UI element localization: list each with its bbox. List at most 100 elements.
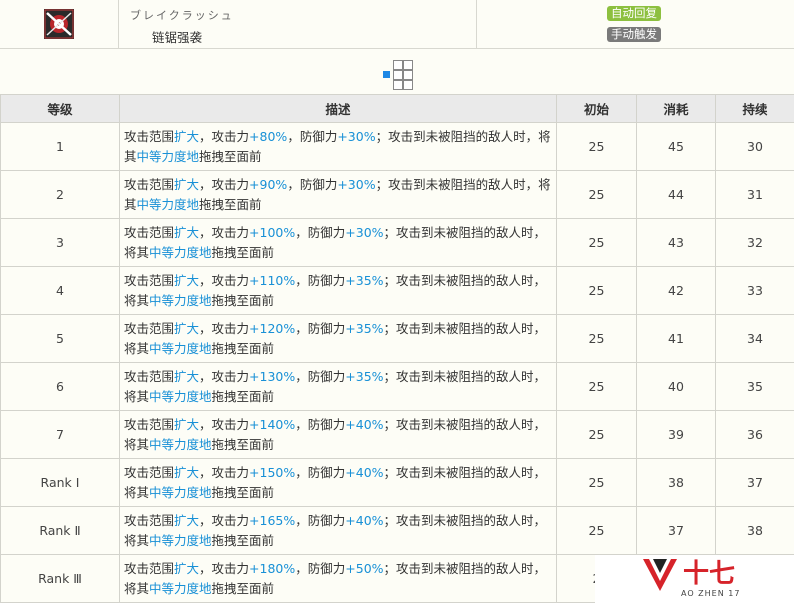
initial-sp-cell: 25 [556,170,637,219]
desc-text: ，攻击力 [199,464,250,480]
desc-text: 将其 [124,340,150,356]
highlight-text: 扩大 [174,512,200,528]
highlight-text: +35% [345,368,384,384]
col-header-duration: 持续 [715,94,794,123]
initial-sp-cell: 25 [556,314,637,363]
desc-text: ，攻击力 [199,512,250,528]
table-row: Rank Ⅰ 攻击范围扩大，攻击力+150%，防御力+40%；攻击到未被阻挡的敌… [0,458,794,507]
highlight-text: 扩大 [174,368,200,384]
desc-text: ，攻击力 [199,320,250,336]
highlight-text: +90% [249,176,288,192]
desc-text: ，防御力 [295,560,346,576]
desc-line-1: 攻击范围扩大，攻击力+180%，防御力+50%；攻击到未被阻挡的敌人时， [124,561,546,576]
desc-text: 拖拽至面前 [211,436,275,452]
desc-text: ，防御力 [287,176,338,192]
desc-text: ，防御力 [295,272,346,288]
highlight-text: +40% [345,416,384,432]
desc-text: ；攻击到未被阻挡的敌人时，将 [375,176,551,192]
desc-text: ，攻击力 [199,368,250,384]
duration-cell: 34 [715,314,794,363]
highlight-text: 扩大 [174,176,200,192]
desc-text: ，攻击力 [199,224,250,240]
level-cell: Rank Ⅰ [0,458,120,507]
desc-text: 将其 [124,484,150,500]
watermark-cn-text: 十七 [683,559,736,589]
desc-text: ，防御力 [295,464,346,480]
duration-cell: 35 [715,362,794,411]
initial-sp-cell: 25 [556,266,637,315]
desc-line-2: 将其中等力度地拖拽至面前 [124,245,274,260]
highlight-text: +35% [345,320,384,336]
desc-text: 将其 [124,532,150,548]
highlight-text: +30% [337,128,376,144]
highlight-text: 扩大 [174,272,200,288]
desc-text: 拖拽至面前 [211,292,275,308]
desc-text: ，攻击力 [199,176,250,192]
desc-text: 将其 [124,388,150,404]
highlight-text: +35% [345,272,384,288]
sp-cost-cell: 45 [636,122,716,171]
desc-text: 攻击范围 [124,320,175,336]
highlight-text: +50% [345,560,384,576]
highlight-text: +30% [337,176,376,192]
desc-text: 拖拽至面前 [211,532,275,548]
desc-text: ，防御力 [295,320,346,336]
desc-text: ；攻击到未被阻挡的敌人时， [383,224,547,240]
highlight-text: 中等力度地 [149,292,212,308]
desc-text: 攻击范围 [124,416,175,432]
table-row: Rank Ⅱ 攻击范围扩大，攻击力+165%，防御力+40%；攻击到未被阻挡的敌… [0,506,794,555]
description-cell: 攻击范围扩大，攻击力+100%，防御力+30%；攻击到未被阻挡的敌人时， 将其中… [119,218,557,267]
highlight-text: +80% [249,128,288,144]
desc-line-2: 将其中等力度地拖拽至面前 [124,485,274,500]
desc-text: 攻击范围 [124,368,175,384]
desc-text: 将其 [124,580,150,596]
description-cell: 攻击范围扩大，攻击力+130%，防御力+35%；攻击到未被阻挡的敌人时， 将其中… [119,362,557,411]
desc-text: 攻击范围 [124,224,175,240]
desc-line-1: 攻击范围扩大，攻击力+150%，防御力+40%；攻击到未被阻挡的敌人时， [124,465,546,480]
desc-text: ，攻击力 [199,272,250,288]
col-header-level: 等级 [0,94,120,123]
desc-text: ，防御力 [287,128,338,144]
desc-line-1: 攻击范围扩大，攻击力+165%，防御力+40%；攻击到未被阻挡的敌人时， [124,513,546,528]
table-row: 6 攻击范围扩大，攻击力+130%，防御力+35%；攻击到未被阻挡的敌人时， 将… [0,362,794,411]
auto-recovery-badge: 自动回复 [607,6,661,21]
duration-cell: 36 [715,410,794,459]
watermark: 十七 AO ZHEN 17 [595,555,794,603]
level-cell: 7 [0,410,120,459]
sp-cost-cell: 44 [636,170,716,219]
skill-name-cn: 链锯强袭 [152,30,203,45]
desc-line-1: 攻击范围扩大，攻击力+120%，防御力+35%；攻击到未被阻挡的敌人时， [124,321,546,336]
desc-text: 其 [124,196,137,212]
desc-text: ，防御力 [295,224,346,240]
highlight-text: 扩大 [174,416,200,432]
description-cell: 攻击范围扩大，攻击力+165%，防御力+40%；攻击到未被阻挡的敌人时， 将其中… [119,506,557,555]
watermark-en-text: AO ZHEN 17 [681,589,741,598]
sp-cost-cell: 38 [636,458,716,507]
chainsaw-skill-icon [44,9,74,39]
desc-text: 拖拽至面前 [211,388,275,404]
initial-sp-cell: 25 [556,218,637,267]
highlight-text: 中等力度地 [149,484,212,500]
desc-line-1: 攻击范围扩大，攻击力+140%，防御力+40%；攻击到未被阻挡的敌人时， [124,417,546,432]
duration-cell: 30 [715,122,794,171]
highlight-text: 中等力度地 [136,148,200,164]
level-cell: 6 [0,362,120,411]
level-cell: 4 [0,266,120,315]
highlight-text: +140% [249,416,296,432]
highlight-text: +40% [345,512,384,528]
duration-cell: 37 [715,458,794,507]
table-row: 7 攻击范围扩大，攻击力+140%，防御力+40%；攻击到未被阻挡的敌人时， 将… [0,410,794,459]
col-header-initial-sp: 初始 [556,94,637,123]
desc-text: 拖拽至面前 [211,340,275,356]
desc-text: ，攻击力 [199,560,250,576]
level-cell: Rank Ⅲ [0,554,120,603]
desc-text: 将其 [124,244,150,260]
desc-text: ；攻击到未被阻挡的敌人时， [383,272,547,288]
highlight-text: +110% [249,272,296,288]
desc-text: ，防御力 [295,416,346,432]
desc-text: ；攻击到未被阻挡的敌人时， [383,368,547,384]
highlight-text: 扩大 [174,560,200,576]
highlight-text: 中等力度地 [149,340,212,356]
desc-text: 拖拽至面前 [199,148,262,164]
desc-text: 拖拽至面前 [211,580,275,596]
